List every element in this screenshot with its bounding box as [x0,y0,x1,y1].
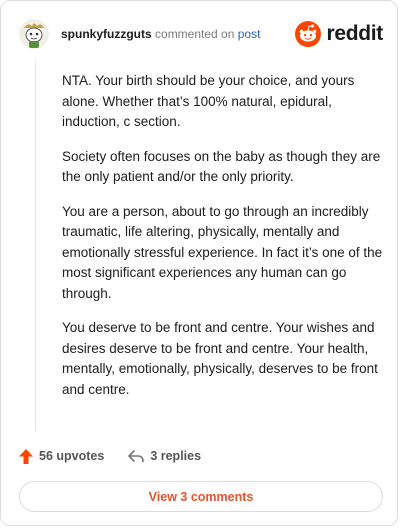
comment-body: NTA. Your birth should be your choice, a… [62,71,384,414]
reply-arrow-icon [128,449,145,462]
reddit-logo[interactable]: reddit [295,21,383,47]
comment-card: spunkyfuzzguts commented on post reddit … [0,0,398,526]
comment-paragraph: NTA. Your birth should be your choice, a… [62,73,355,129]
reddit-wordmark: reddit [326,22,383,45]
comment-meta: spunkyfuzzguts commented on post [61,26,260,42]
commented-on-text: commented on [155,27,235,41]
comment-header: spunkyfuzzguts commented on post reddit [19,17,383,51]
replies-button[interactable]: 3 replies [128,449,201,463]
upvote-arrow-icon [19,448,33,464]
snoo-avatar-icon [19,19,49,49]
username-link[interactable]: spunkyfuzzguts [61,27,152,41]
upvotes-count: 56 upvotes [39,449,105,463]
post-link[interactable]: post [238,27,261,41]
avatar[interactable] [19,19,49,49]
reddit-snoo-icon [295,21,322,47]
upvote-button[interactable]: 56 upvotes [19,448,105,464]
view-comments-button[interactable]: View 3 comments [19,481,383,512]
comment-paragraph: You are a person, about to go through an… [62,203,383,301]
comment-actions: 56 upvotes 3 replies [19,445,379,467]
comment-paragraph: You deserve to be front and centre. Your… [62,320,378,397]
replies-count: 3 replies [150,449,202,463]
comment-paragraph: Society often focuses on the baby as tho… [62,148,381,185]
thread-line[interactable] [35,61,36,431]
